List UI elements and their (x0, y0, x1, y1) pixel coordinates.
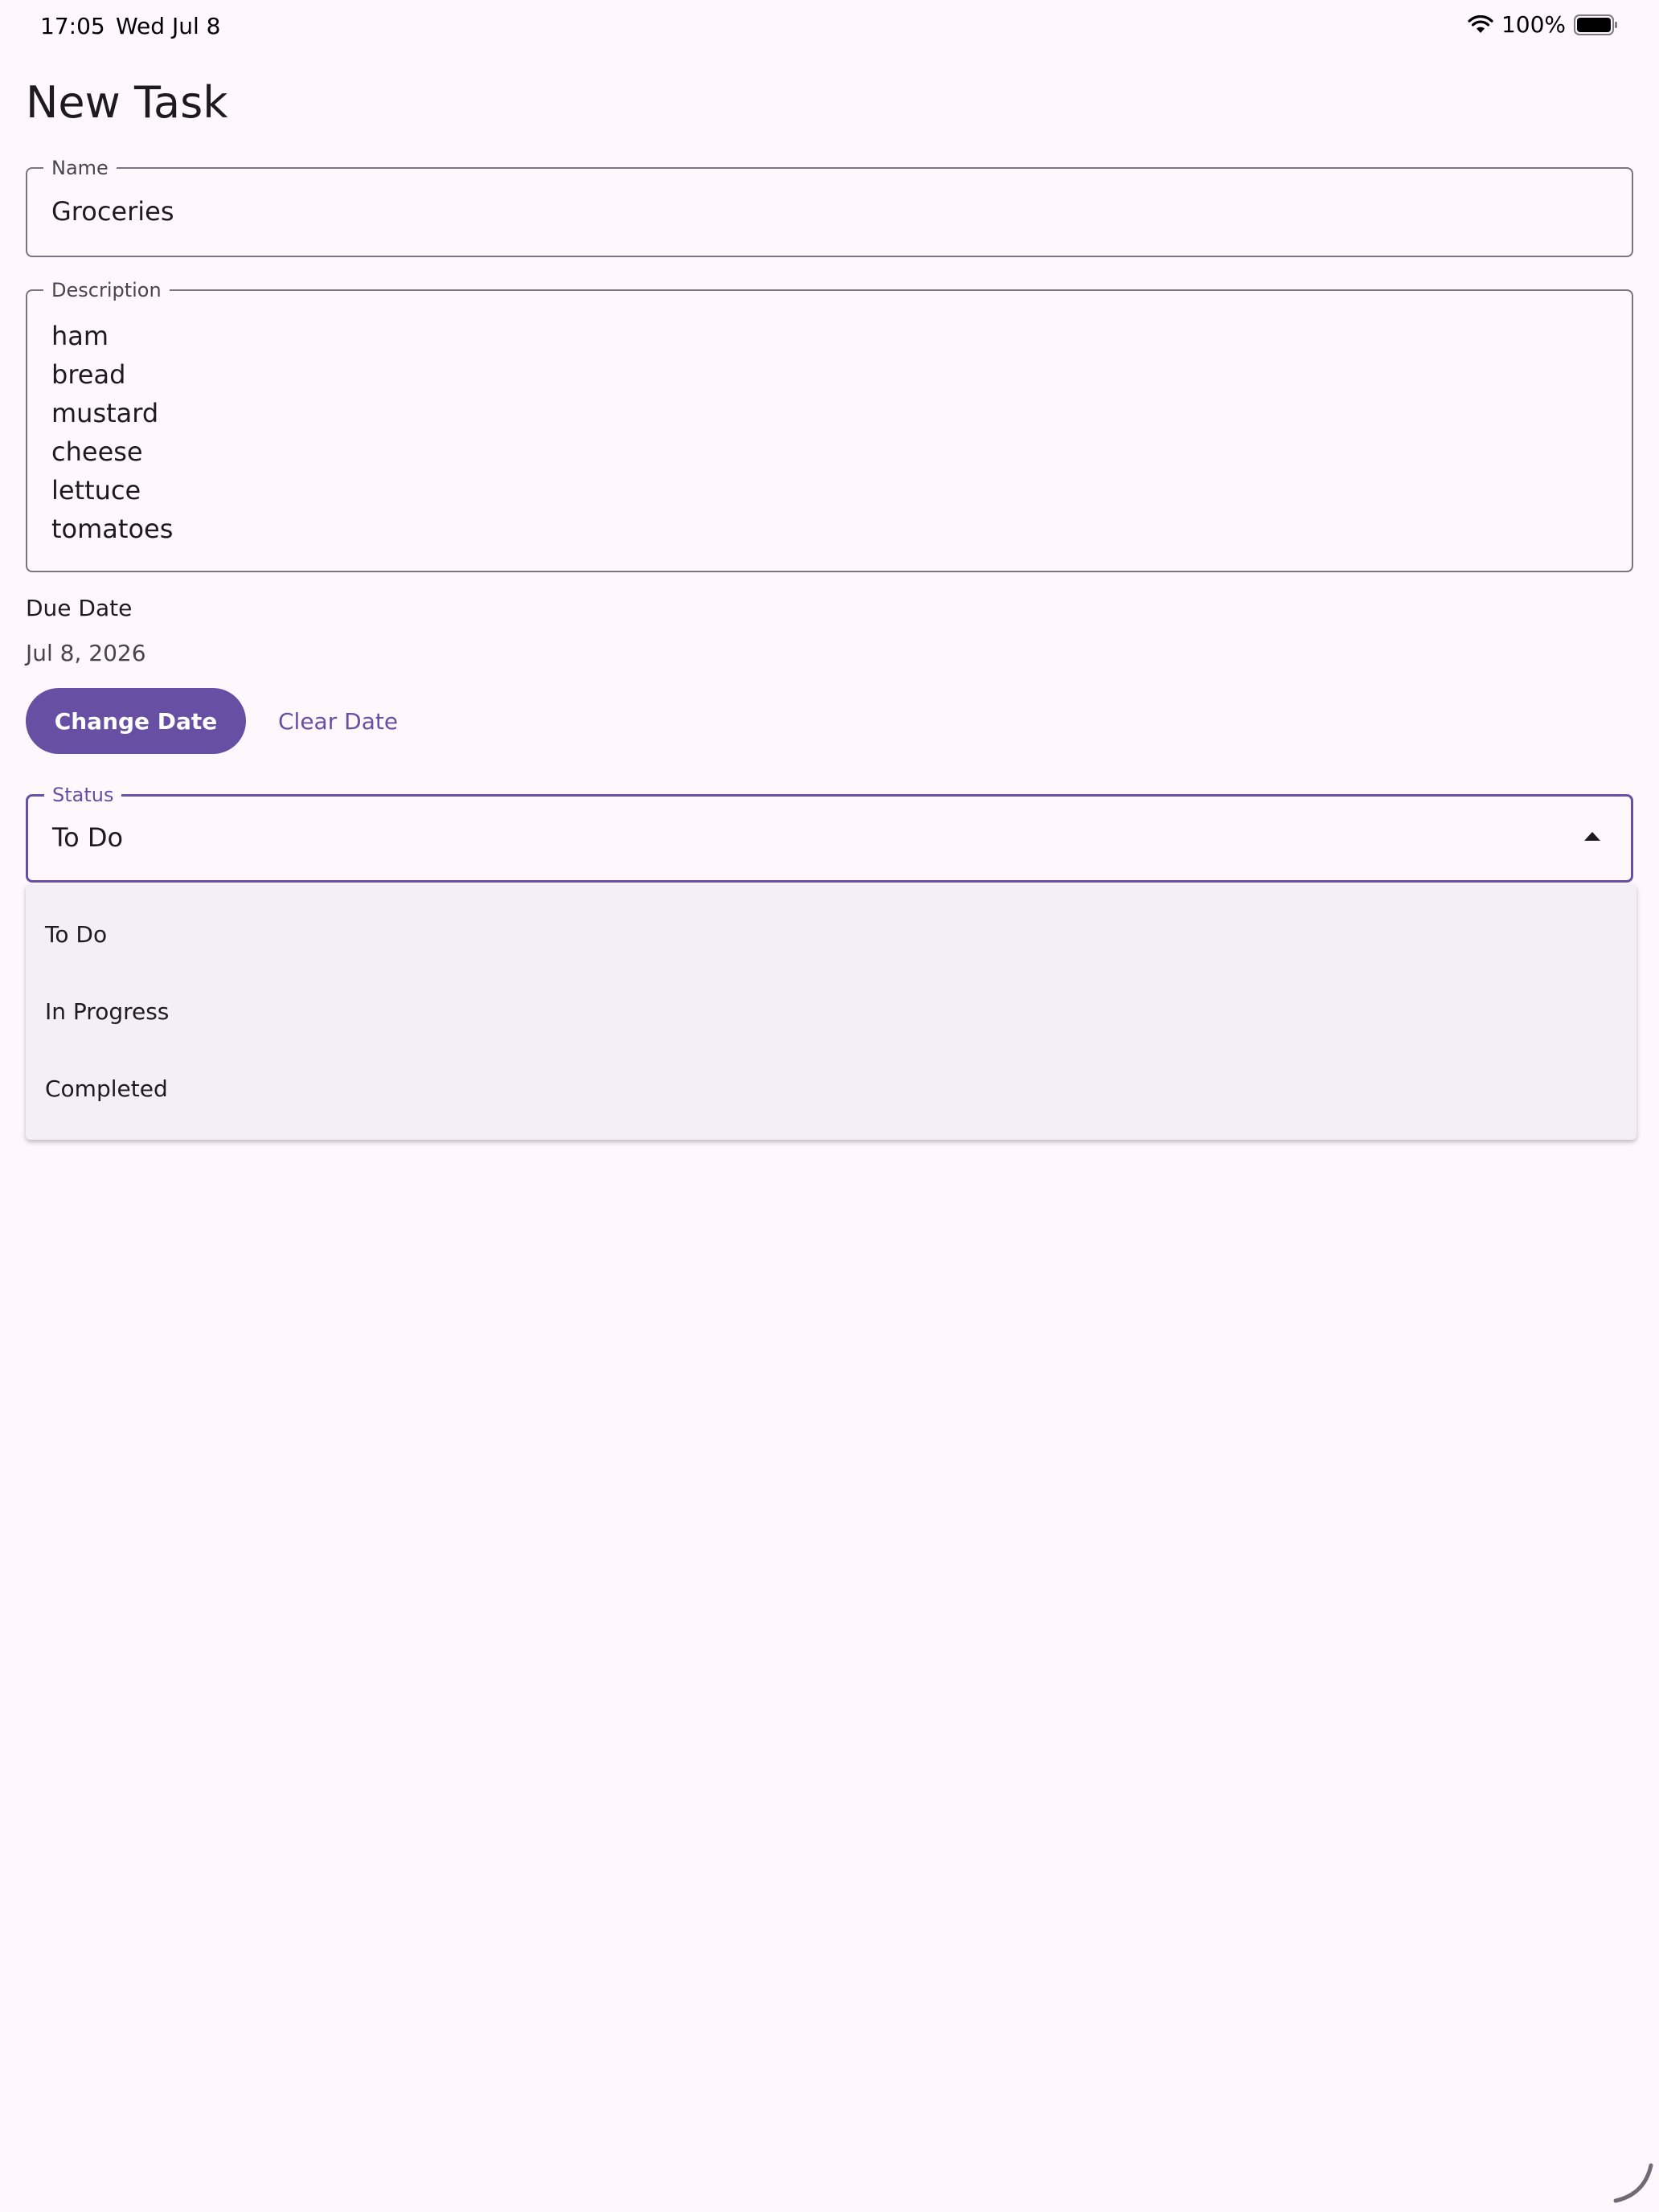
status-bar: 17:05 Wed Jul 8 100% (0, 0, 1659, 51)
description-line: lettuce (51, 475, 141, 506)
home-indicator-arc-icon (1611, 2161, 1656, 2209)
description-line: cheese (51, 436, 143, 467)
status-dropdown-menu: To Do In Progress Completed (26, 884, 1636, 1140)
battery-icon (1574, 14, 1619, 35)
name-field[interactable]: Name Groceries (26, 157, 1633, 257)
status-dropdown[interactable]: Status To Do (26, 784, 1633, 883)
status-option-to-do[interactable]: To Do (26, 895, 1636, 973)
due-date-label: Due Date (26, 595, 133, 621)
battery-percentage: 100% (1501, 11, 1566, 38)
description-line: mustard (51, 398, 159, 428)
description-field-label: Description (43, 279, 170, 301)
change-date-button[interactable]: Change Date (26, 688, 246, 754)
status-field-value: To Do (52, 822, 124, 853)
wifi-icon (1468, 14, 1493, 35)
status-indicators: 100% (1468, 11, 1619, 38)
status-option-completed[interactable]: Completed (26, 1050, 1636, 1127)
status-field-label: Status (44, 784, 122, 806)
clear-date-button[interactable]: Clear Date (265, 688, 411, 754)
name-field-label: Name (43, 157, 117, 179)
due-date-value: Jul 8, 2026 (26, 640, 146, 666)
page-title: New Task (26, 77, 228, 128)
chevron-up-icon[interactable] (1584, 832, 1600, 841)
description-line: bread (51, 359, 126, 390)
status-time: 17:05 (40, 13, 105, 39)
description-lines: ham bread mustard cheese lettuce tomatoe… (51, 317, 173, 548)
description-line: ham (51, 321, 109, 351)
name-field-value: Groceries (51, 196, 174, 227)
description-field[interactable]: Description ham bread mustard cheese let… (26, 279, 1633, 572)
status-date: Wed Jul 8 (116, 13, 221, 39)
status-option-in-progress[interactable]: In Progress (26, 973, 1636, 1050)
description-line: tomatoes (51, 514, 174, 544)
